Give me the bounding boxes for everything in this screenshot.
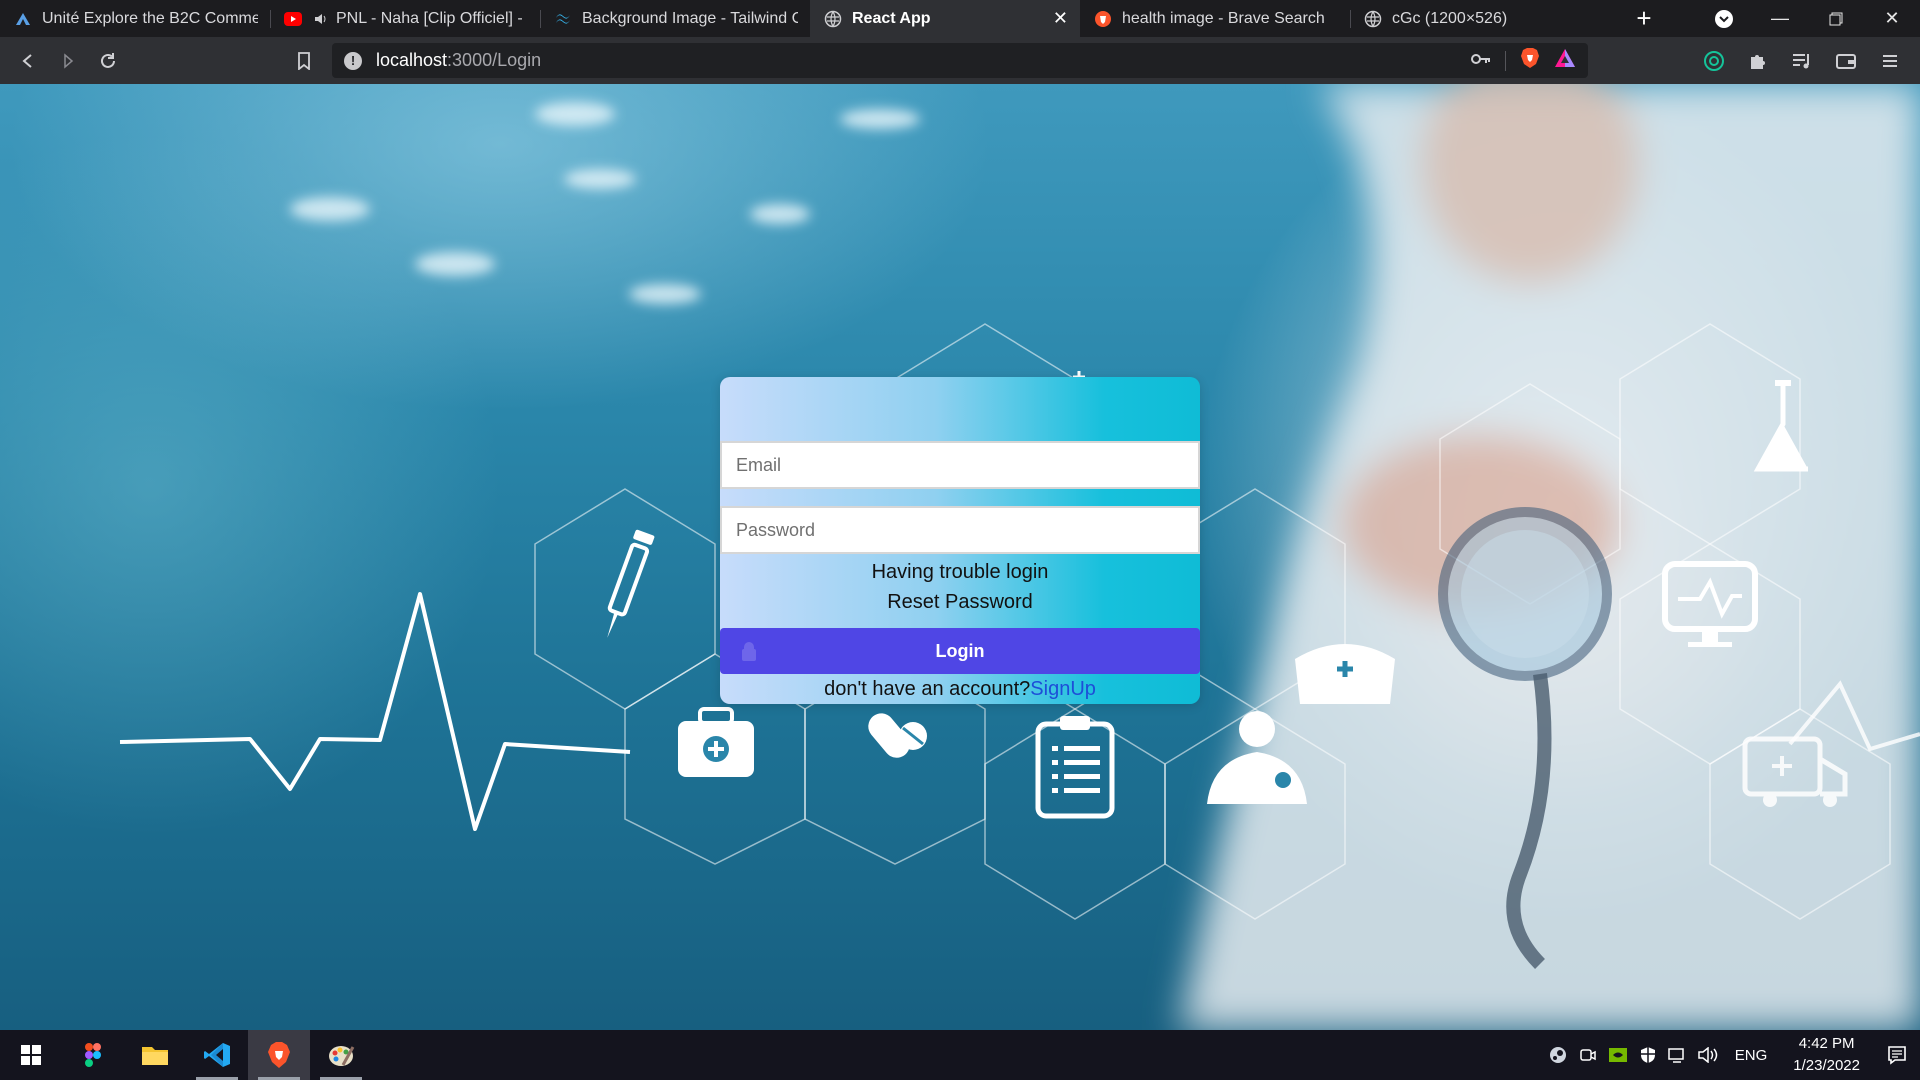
windows-taskbar: ENG 4:42 PM 1/23/2022 (0, 1030, 1920, 1080)
globe-icon (1364, 10, 1382, 28)
bookmark-button[interactable] (284, 41, 324, 81)
tailwind-icon (554, 10, 572, 28)
browser-tab-strip: Unité Explore the B2C Commerce PNL - Nah… (0, 0, 1920, 37)
notifications-icon[interactable] (1874, 1045, 1920, 1065)
login-card: Having trouble login Reset Password Logi… (720, 377, 1200, 704)
bookmark-icon (298, 51, 310, 70)
file-explorer-icon[interactable] (124, 1030, 186, 1080)
windows-start-icon[interactable] (0, 1030, 62, 1080)
taskbar-clock[interactable]: 4:42 PM 1/23/2022 (1779, 1033, 1874, 1077)
playlist-icon[interactable] (1782, 41, 1822, 81)
salesforce-icon (14, 10, 32, 28)
reload-button[interactable] (88, 41, 128, 81)
close-tab-icon[interactable]: ✕ (1053, 8, 1068, 29)
signup-link[interactable]: SignUp (1030, 678, 1096, 700)
reset-password-link[interactable]: Reset Password (720, 587, 1200, 617)
clipboard-icon (1035, 716, 1115, 819)
wallet-icon[interactable] (1826, 41, 1866, 81)
page-viewport: Having trouble login Reset Password Logi… (0, 84, 1920, 1030)
first-aid-kit-icon (678, 707, 754, 777)
paint-icon[interactable] (310, 1030, 372, 1080)
figma-icon[interactable] (62, 1030, 124, 1080)
brave-search-icon (1094, 10, 1112, 28)
brave-shields-icon[interactable] (1520, 47, 1540, 74)
tab-title: Unité Explore the B2C Commerce (42, 9, 258, 27)
url-path: :3000/Login (447, 50, 542, 70)
tab-youtube[interactable]: PNL - Naha [Clip Officiel] - Pa (270, 0, 540, 37)
signup-prompt: don't have an account?SignUp (720, 674, 1200, 704)
tab-title: PNL - Naha [Clip Officiel] - Pa (336, 9, 528, 27)
trouble-login-text: Having trouble login (871, 561, 1049, 583)
tab-salesforce[interactable]: Unité Explore the B2C Commerce (0, 0, 270, 37)
new-tab-button[interactable]: + (1620, 0, 1668, 37)
clock-date: 1/23/2022 (1793, 1057, 1860, 1074)
extensions-puzzle-icon[interactable] (1738, 41, 1778, 81)
brave-icon[interactable] (248, 1030, 310, 1080)
pills-icon (868, 713, 927, 758)
back-button[interactable] (8, 41, 48, 81)
forward-button[interactable] (48, 41, 88, 81)
menu-icon[interactable] (1870, 41, 1910, 81)
tab-search-button[interactable] (1696, 0, 1752, 37)
vscode-icon[interactable] (186, 1030, 248, 1080)
steam-icon[interactable] (1543, 1046, 1573, 1064)
close-window-button[interactable]: ✕ (1864, 0, 1920, 37)
clock-time: 4:42 PM (1798, 1035, 1855, 1052)
address-bar[interactable]: ! localhost:3000/Login (332, 43, 1588, 78)
tab-title: Background Image - Tailwind CSS (582, 9, 798, 27)
youtube-icon (284, 10, 302, 28)
login-button-label: Login (935, 640, 985, 661)
nvidia-icon[interactable] (1603, 1048, 1633, 1062)
security-shield-icon[interactable] (1633, 1046, 1663, 1064)
password-field[interactable] (720, 506, 1200, 554)
volume-icon[interactable] (1693, 1047, 1723, 1063)
signup-prompt-text: don't have an account? (824, 678, 1031, 700)
tab-title: React App (852, 9, 931, 27)
back-arrow-icon (22, 53, 32, 68)
restore-icon (1829, 12, 1843, 25)
lock-icon (742, 642, 756, 661)
extension-grammarly-icon[interactable] (1694, 41, 1734, 81)
email-field[interactable] (720, 441, 1200, 489)
site-info-icon[interactable]: ! (344, 51, 362, 70)
reload-icon (101, 52, 115, 68)
restore-button[interactable] (1808, 0, 1864, 37)
meet-now-icon[interactable] (1573, 1046, 1603, 1064)
nurse-cap-icon (1295, 644, 1395, 704)
tab-title: cGc (1200×526) (1392, 9, 1508, 27)
tab-tailwind[interactable]: Background Image - Tailwind CSS (540, 0, 810, 37)
network-icon[interactable] (1663, 1047, 1693, 1063)
tab-cgc-image[interactable]: cGc (1200×526) (1350, 0, 1620, 37)
tab-title: health image - Brave Search (1122, 9, 1325, 27)
key-icon[interactable] (1471, 52, 1491, 70)
tab-react-app[interactable]: React App ✕ (810, 0, 1080, 37)
forward-arrow-icon (64, 52, 74, 69)
globe-icon (824, 10, 842, 28)
login-button[interactable]: Login (720, 628, 1200, 674)
url-host: localhost (376, 50, 448, 70)
speaker-icon[interactable] (312, 10, 330, 28)
brave-rewards-icon[interactable] (1554, 48, 1576, 73)
chevron-down-icon (1715, 9, 1733, 28)
browser-toolbar: ! localhost:3000/Login (0, 37, 1920, 84)
system-tray: ENG 4:42 PM 1/23/2022 (1543, 1030, 1920, 1080)
tab-brave-search[interactable]: health image - Brave Search (1080, 0, 1350, 37)
minimize-button[interactable]: — (1752, 0, 1808, 37)
language-indicator[interactable]: ENG (1723, 1047, 1780, 1064)
syringe-icon (607, 529, 655, 638)
